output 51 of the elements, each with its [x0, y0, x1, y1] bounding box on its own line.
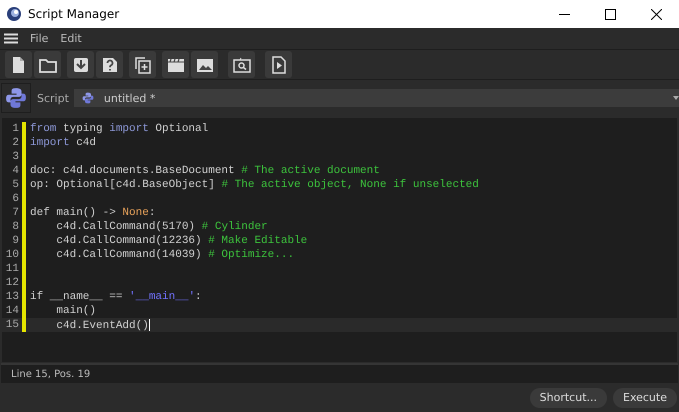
close-icon[interactable] [650, 8, 662, 20]
line-number: 11 [4, 263, 20, 275]
line-number: 3 [11, 151, 20, 163]
maximize-icon[interactable] [604, 8, 616, 20]
script-dropdown[interactable]: untitled * [74, 89, 679, 107]
line-number: 1 [11, 123, 20, 135]
menu-icon[interactable] [4, 33, 18, 44]
dropdown-arrow-icon [673, 96, 679, 100]
line-number: 14 [4, 305, 20, 317]
python-icon [82, 92, 94, 104]
new-file-icon[interactable] [5, 51, 32, 78]
folder-search-icon[interactable] [228, 51, 255, 78]
line-number: 7 [11, 207, 20, 219]
python-button[interactable] [1, 83, 31, 113]
code-line: c4d.CallCommand(5170) # Cylinder [55, 221, 268, 233]
clapperboard-icon[interactable] [162, 51, 189, 78]
duplicate-icon[interactable] [129, 51, 156, 78]
execute-button[interactable]: Execute [613, 388, 677, 408]
line-number: 5 [11, 179, 20, 191]
shortcut-button[interactable]: Shortcut... [530, 388, 607, 408]
code-line: import c4d [30, 137, 96, 149]
line-number: 2 [11, 137, 20, 149]
code-line: c4d.EventAdd() [55, 318, 150, 332]
menu-item[interactable]: Edit [60, 32, 82, 45]
code-line: op: Optional[c4d.BaseObject] # The active object, None if unselected [30, 179, 479, 191]
help-icon[interactable] [96, 51, 123, 78]
image-icon[interactable] [191, 51, 218, 78]
script-label: Script [37, 92, 69, 104]
code-line: c4d.CallCommand(14039) # Optimize... [55, 249, 294, 261]
code-line: doc: c4d.documents.BaseDocument # The active document [30, 165, 380, 177]
app-icon [6, 6, 22, 22]
line-number: 6 [11, 193, 20, 205]
download-icon[interactable] [67, 51, 94, 78]
play-file-icon[interactable] [265, 51, 292, 78]
line-number: 9 [11, 235, 20, 247]
line-number: 8 [11, 221, 20, 233]
code-editor[interactable] [1, 117, 678, 363]
code-line: main() [55, 305, 96, 317]
status-text: Line 15, Pos. 19 [11, 368, 90, 380]
code-line: def main() -> None: [30, 207, 156, 219]
line-number: 12 [4, 277, 20, 289]
folder-icon[interactable] [34, 51, 61, 78]
line-number: 15 [4, 319, 20, 331]
line-number: 13 [4, 291, 20, 303]
code-line: if __name__ == '__main__': [30, 291, 202, 303]
line-number: 4 [11, 165, 20, 177]
window-title: Script Manager [28, 7, 120, 21]
code-line: from typing import Optional [30, 123, 208, 135]
line-number: 10 [4, 249, 20, 261]
menu-item[interactable]: File [30, 32, 48, 45]
code-line: c4d.CallCommand(12236) # Make Editable [55, 235, 308, 247]
